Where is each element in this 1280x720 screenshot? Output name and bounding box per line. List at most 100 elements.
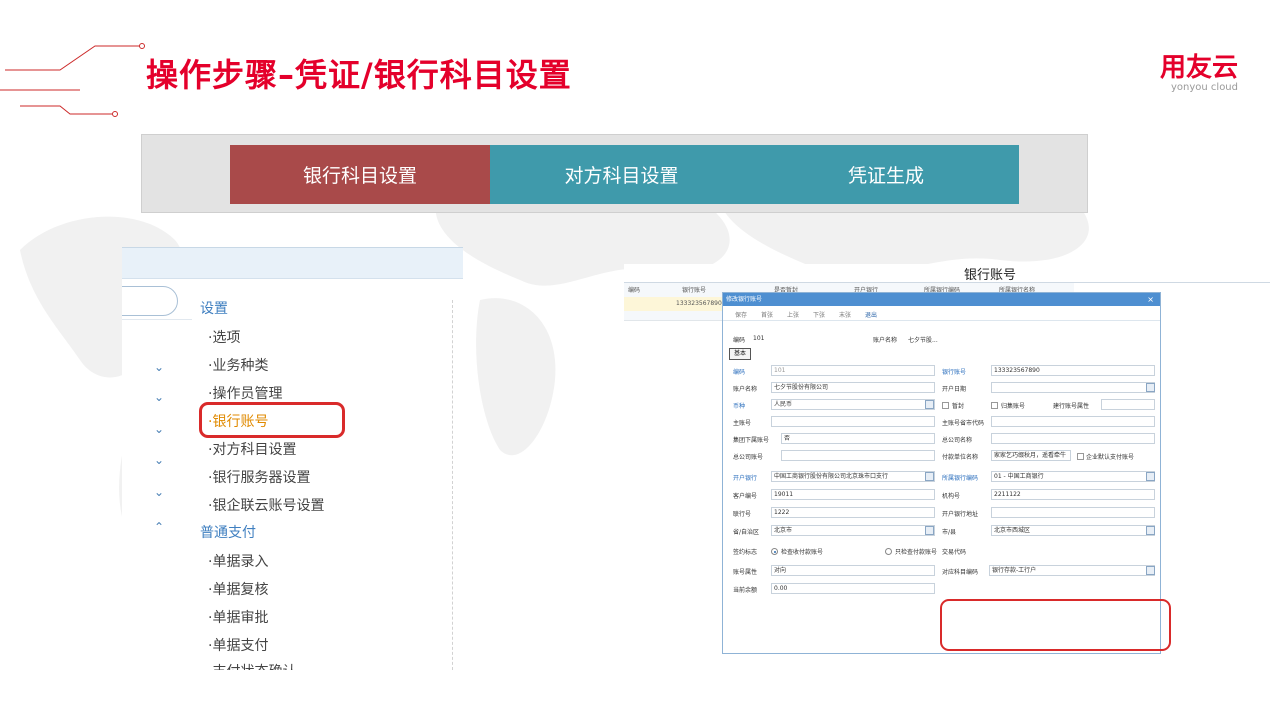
menu-item-document-entry[interactable]: ·单据录入 [208, 551, 268, 571]
menu-search-input[interactable] [122, 286, 178, 316]
dialog-title: 修改银行账号 [726, 296, 763, 303]
main-city-label: 主账号省市代码 [942, 420, 985, 427]
menu-item-bank-server[interactable]: ·银行服务器设置 [208, 467, 310, 487]
chevron-down-icon[interactable]: ⌄ [152, 422, 166, 436]
open-bank-label: 开户银行 [733, 475, 758, 482]
dialog-toolbar: 保存 首张 上张 下张 末张 退出 [723, 307, 1160, 321]
menu-item-document-review[interactable]: ·单据复核 [208, 579, 268, 599]
bank-code-label: 所属银行编码 [942, 475, 979, 482]
bank-account-field[interactable]: 133323567890 [991, 365, 1155, 376]
close-icon[interactable]: × [1147, 293, 1154, 306]
chevron-down-icon[interactable]: ⌄ [152, 485, 166, 499]
hq-account-label: 总公司账号 [733, 454, 764, 461]
chevron-up-icon[interactable]: ⌃ [152, 520, 166, 534]
column-header[interactable]: 编码 [628, 285, 640, 294]
collect-label: 归集账号 [1001, 403, 1026, 410]
lookup-icon[interactable] [1146, 566, 1155, 575]
lookup-icon[interactable] [925, 472, 934, 481]
payer-unit-label: 付款单位名称 [942, 454, 979, 461]
slide-title: 操作步骤–凭证/银行科目设置 [146, 56, 572, 94]
customer-no-field[interactable]: 19011 [771, 489, 935, 500]
main-city-field[interactable] [991, 416, 1155, 427]
menu-item-bank-cloud-account[interactable]: ·银企联云账号设置 [208, 495, 324, 515]
lookup-icon[interactable] [1146, 472, 1155, 481]
chevron-down-icon[interactable]: ⌄ [152, 360, 166, 374]
previous-button[interactable]: 上张 [787, 310, 799, 319]
highlight-ring-bank-account [199, 402, 345, 438]
code-field[interactable]: 101 [771, 365, 935, 376]
province-field[interactable]: 北京市 [771, 525, 935, 536]
ccb-attr-label: 建行账号属性 [1053, 403, 1090, 410]
last-button[interactable]: 末张 [839, 310, 851, 319]
next-button[interactable]: 下张 [813, 310, 825, 319]
tab-counter-subject-settings[interactable]: 对方科目设置 [490, 145, 753, 204]
circuit-lines-decoration [0, 43, 145, 117]
menu-item-options[interactable]: ·选项 [208, 327, 240, 347]
open-date-label: 开户日期 [942, 386, 967, 393]
acct-attr-select[interactable]: 对向 [771, 565, 935, 576]
column-header[interactable]: 银行账号 [682, 285, 706, 294]
menu-item-document-approval[interactable]: ·单据审批 [208, 607, 268, 627]
currency-label: 币种 [733, 403, 746, 410]
hq-account-field[interactable] [781, 450, 935, 461]
hq-name-label: 总公司名称 [942, 437, 973, 444]
bank-code-field[interactable]: 01 - 中国工商银行 [991, 471, 1155, 482]
sign-option-check-all: 检查收付款账号 [781, 549, 824, 556]
sign-radio-check-all[interactable] [771, 548, 778, 555]
summary-code: 101 [753, 335, 765, 342]
menu-item-document-payment[interactable]: ·单据支付 [208, 635, 268, 655]
city-label: 市/县 [942, 529, 957, 536]
table-cell: 133323567890 [676, 300, 722, 307]
summary-name-label: 账户名称 [873, 337, 898, 344]
account-name-field[interactable]: 七夕节股份有限公司 [771, 382, 935, 393]
menu-screenshot: ⌄ ⌄ ⌄ ⌄ ⌄ ⌃ 设置 ·选项 ·业务种类 ·操作员管理 ·银行账号 ·对… [122, 247, 463, 670]
balance-field[interactable]: 0.00 [771, 583, 935, 594]
highlight-ring-subject-code [940, 599, 1171, 651]
sign-radio-check-payer[interactable] [885, 548, 892, 555]
tab-basic[interactable]: 基本 [729, 348, 751, 360]
calendar-icon[interactable] [1146, 383, 1155, 392]
open-bank-field[interactable]: 中国工商银行股份有限公司北京珠市口支行 [771, 471, 935, 482]
account-name-label: 账户名称 [733, 386, 758, 393]
first-button[interactable]: 首张 [761, 310, 773, 319]
summary-code-label: 编码 [733, 337, 746, 344]
trade-code-label: 交易代码 [942, 549, 967, 556]
menu-section-settings[interactable]: 设置 [200, 298, 228, 318]
hq-name-field[interactable] [991, 433, 1155, 444]
menu-item-counter-subject[interactable]: ·对方科目设置 [208, 439, 296, 459]
tab-bank-subject-settings[interactable]: 银行科目设置 [230, 145, 490, 204]
main-account-field[interactable] [771, 416, 935, 427]
payer-unit-field[interactable]: 家家乞巧缀秋月，遥看牵牛 [991, 450, 1071, 461]
ccb-attr-select[interactable] [1101, 399, 1155, 410]
collect-checkbox[interactable] [991, 402, 998, 409]
frozen-checkbox[interactable] [942, 402, 949, 409]
exit-button[interactable]: 退出 [865, 310, 877, 319]
chevron-down-icon[interactable]: ⌄ [152, 390, 166, 404]
menu-top-bar [122, 248, 463, 279]
currency-field[interactable]: 人民币 [771, 399, 935, 410]
open-date-field[interactable] [991, 382, 1155, 393]
lookup-icon[interactable] [925, 526, 934, 535]
corp-default-checkbox[interactable] [1077, 453, 1084, 460]
chevron-down-icon[interactable]: ⌄ [152, 453, 166, 467]
org-no-field[interactable]: 2211122 [991, 489, 1155, 500]
main-account-label: 主账号 [733, 420, 752, 427]
menu-item-payment-status[interactable]: ·支付状态确认 [208, 661, 296, 670]
union-no-field[interactable]: 1222 [771, 507, 935, 518]
tab-voucher-generation[interactable]: 凭证生成 [753, 145, 1019, 204]
subject-code-label: 对应科目编码 [942, 569, 979, 576]
menu-item-business-types[interactable]: ·业务种类 [208, 355, 268, 375]
menu-section-normal-payment[interactable]: 普通支付 [200, 522, 256, 542]
brand-logo-cn: 用友云 [1159, 53, 1238, 83]
lookup-icon[interactable] [1146, 526, 1155, 535]
city-field[interactable]: 北京市西城区 [991, 525, 1155, 536]
save-button[interactable]: 保存 [735, 310, 747, 319]
lookup-icon[interactable] [925, 400, 934, 409]
summary-name: 七夕节股... [908, 337, 938, 344]
menu-item-operator-management[interactable]: ·操作员管理 [208, 383, 282, 403]
bank-addr-field[interactable] [991, 507, 1155, 518]
acct-attr-label: 账号属性 [733, 569, 758, 576]
province-label: 省/自治区 [733, 529, 760, 536]
group-sub-select[interactable]: 否 [781, 433, 935, 444]
subject-code-field[interactable]: 银行存款-工行户 [989, 565, 1155, 576]
